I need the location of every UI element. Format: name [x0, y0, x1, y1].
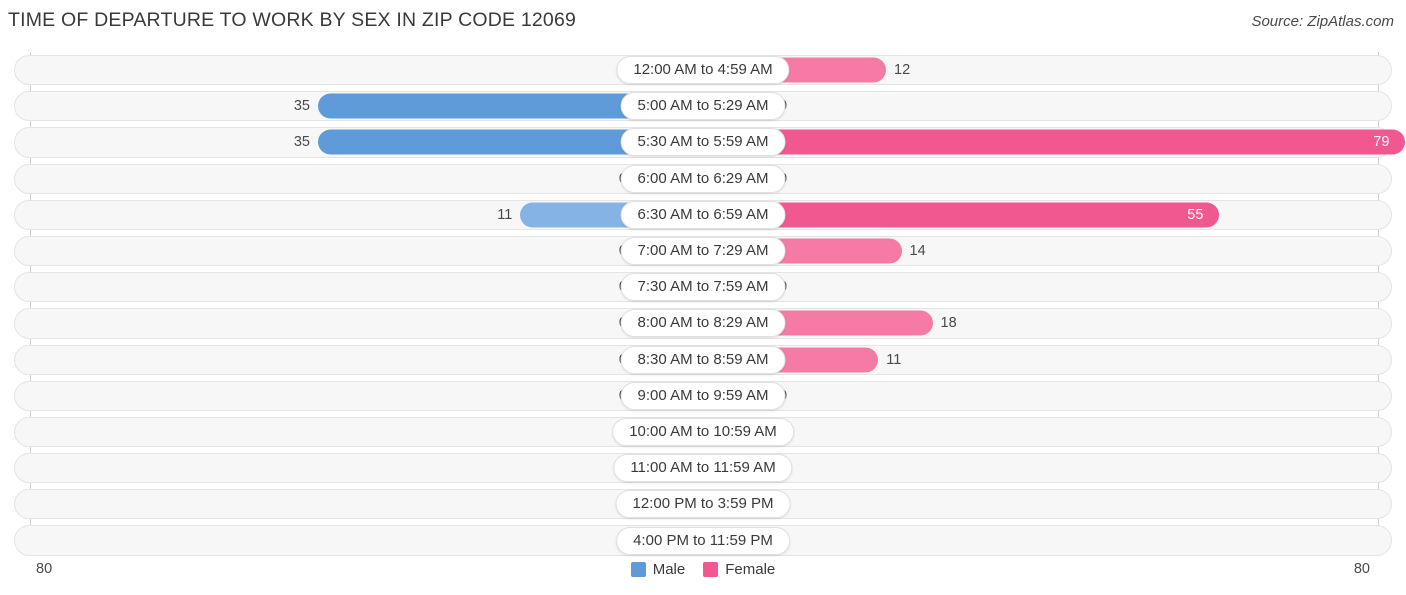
- bar-row: 006:00 AM to 6:29 AM: [0, 161, 1406, 197]
- bar-row: 35 79 5:30 AM to 5:59 AM: [0, 124, 1406, 160]
- female-value: 79: [1373, 134, 1390, 151]
- category-label: 8:00 AM to 8:29 AM: [620, 309, 786, 338]
- legend-swatch-icon: [630, 562, 646, 577]
- bar-row: 3505:00 AM to 5:29 AM: [0, 88, 1406, 124]
- page-title: TIME OF DEPARTURE TO WORK BY SEX IN ZIP …: [8, 9, 577, 31]
- male-value: 35: [293, 98, 310, 115]
- chart-root: TIME OF DEPARTURE TO WORK BY SEX IN ZIP …: [0, 0, 1406, 595]
- female-value: 18: [940, 315, 957, 332]
- category-label: 11:00 AM to 11:59 AM: [613, 454, 793, 483]
- female-value: 14: [909, 243, 926, 260]
- category-label: 5:30 AM to 5:59 AM: [620, 128, 786, 157]
- bar-row: 007:30 AM to 7:59 AM: [0, 269, 1406, 305]
- category-label: 6:00 AM to 6:29 AM: [620, 164, 786, 193]
- category-label: 5:00 AM to 5:29 AM: [620, 92, 786, 121]
- legend-item-female[interactable]: Female: [703, 561, 775, 578]
- bar-row: 009:00 AM to 9:59 AM: [0, 378, 1406, 414]
- bar-row: 0010:00 AM to 10:59 AM: [0, 414, 1406, 450]
- bar-row: 01212:00 AM to 4:59 AM: [0, 52, 1406, 88]
- category-label: 6:30 AM to 6:59 AM: [620, 200, 786, 229]
- legend-swatch-icon: [703, 562, 719, 577]
- plot-area: 01212:00 AM to 4:59 AM3505:00 AM to 5:29…: [0, 52, 1406, 556]
- bar-row: 0012:00 PM to 3:59 PM: [0, 486, 1406, 522]
- bar-row: 0011:00 AM to 11:59 AM: [0, 450, 1406, 486]
- category-label: 8:30 AM to 8:59 AM: [620, 345, 786, 374]
- legend-label: Female: [725, 561, 776, 578]
- female-value: 55: [1187, 206, 1204, 223]
- bar-row: 11 55 6:30 AM to 6:59 AM: [0, 197, 1406, 233]
- source-note: Source: ZipAtlas.com: [1251, 13, 1394, 30]
- female-value: 12: [894, 62, 911, 79]
- bar-row: 0188:00 AM to 8:29 AM: [0, 305, 1406, 341]
- bar-row: 0147:00 AM to 7:29 AM: [0, 233, 1406, 269]
- male-value: 11: [497, 206, 513, 223]
- category-label: 9:00 AM to 9:59 AM: [620, 381, 786, 410]
- male-value: 35: [293, 134, 310, 151]
- legend: Male Female: [0, 561, 1406, 578]
- female-value: 11: [886, 351, 902, 368]
- category-label: 12:00 PM to 3:59 PM: [615, 490, 791, 519]
- chart-footer: 80 80 Male Female: [0, 556, 1406, 595]
- legend-label: Male: [652, 561, 686, 578]
- category-label: 7:00 AM to 7:29 AM: [620, 237, 786, 266]
- bar-rows: 01212:00 AM to 4:59 AM3505:00 AM to 5:29…: [0, 52, 1406, 559]
- bar-row: 0118:30 AM to 8:59 AM: [0, 342, 1406, 378]
- category-label: 4:00 PM to 11:59 PM: [616, 526, 790, 555]
- female-bar: [703, 129, 1406, 155]
- category-label: 7:30 AM to 7:59 AM: [620, 273, 786, 302]
- bar-row: 004:00 PM to 11:59 PM: [0, 522, 1406, 558]
- legend-item-male[interactable]: Male: [630, 561, 686, 578]
- category-label: 12:00 AM to 4:59 AM: [616, 56, 790, 85]
- category-label: 10:00 AM to 10:59 AM: [612, 417, 794, 446]
